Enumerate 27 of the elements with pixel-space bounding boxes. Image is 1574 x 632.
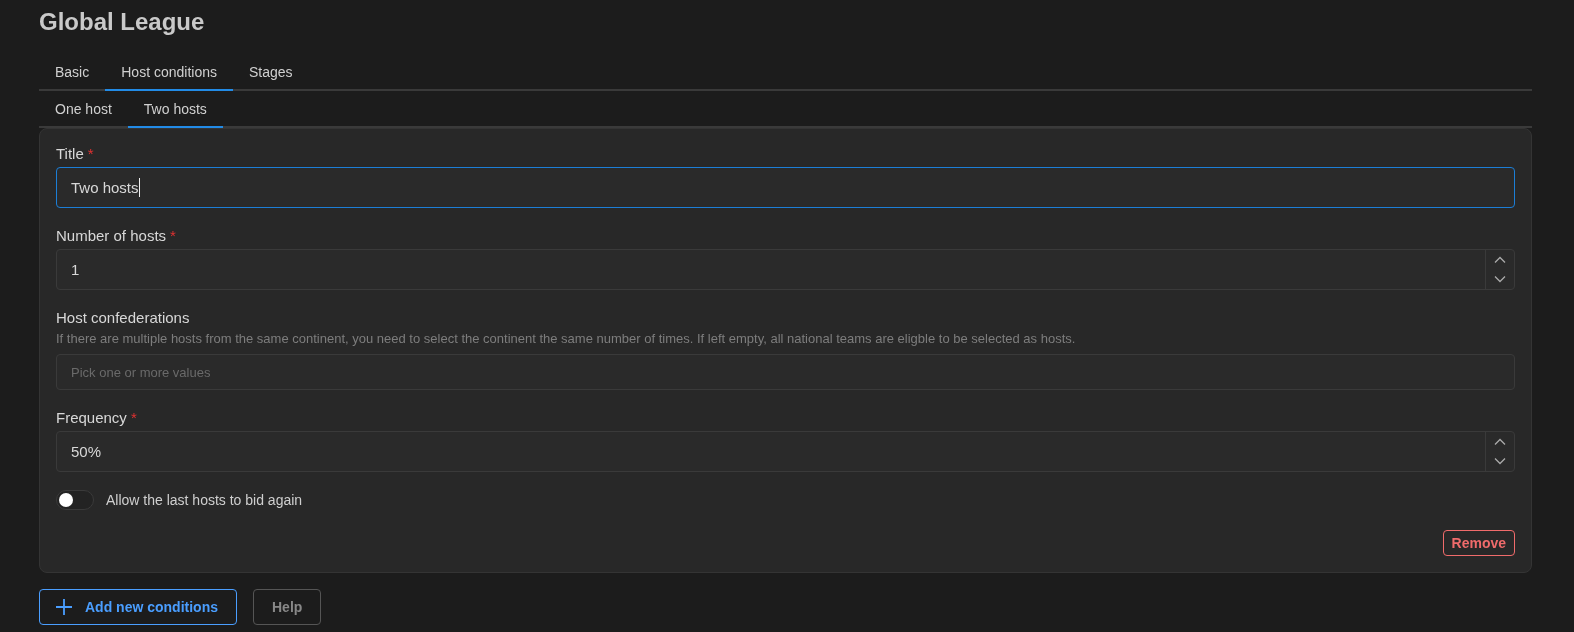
number-field[interactable]: 50% [56, 431, 1515, 472]
text-field[interactable]: Two hosts [56, 167, 1515, 208]
tab[interactable]: Basic [39, 54, 106, 91]
toggle-switch[interactable] [56, 490, 94, 510]
field-label: Title [56, 145, 84, 162]
tab[interactable]: Host conditions [105, 54, 233, 91]
decrement-icon[interactable] [1494, 457, 1506, 466]
tab[interactable]: Stages [232, 54, 309, 91]
toggle-label: Allow the last hosts to bid again [106, 492, 303, 508]
remove-button[interactable]: Remove [1442, 530, 1515, 556]
required-mark: * [170, 227, 176, 244]
number-field[interactable]: 1 [56, 249, 1515, 290]
required-mark: * [87, 145, 94, 162]
field-description: If there are multiple hosts from the same continent, you need to select the continent the same number of times. If left empty, all national teams are eligble to be selected as hosts. [56, 331, 1077, 346]
increment-icon[interactable] [1494, 255, 1506, 264]
field-label: Number of hosts [56, 227, 167, 244]
field-label: Host confederations [56, 309, 190, 326]
decrement-icon[interactable] [1494, 275, 1506, 284]
field-label: Frequency [56, 409, 127, 426]
increment-icon[interactable] [1494, 437, 1506, 446]
page-title: Global League [39, 7, 206, 37]
required-mark: * [130, 409, 137, 426]
tab[interactable]: One host [39, 91, 128, 128]
help-button[interactable]: Help [253, 589, 322, 625]
add-conditions-button[interactable]: Add new conditions [39, 589, 237, 625]
plus-icon [55, 598, 73, 616]
multiselect-field[interactable]: Pick one or more values [56, 354, 1515, 390]
